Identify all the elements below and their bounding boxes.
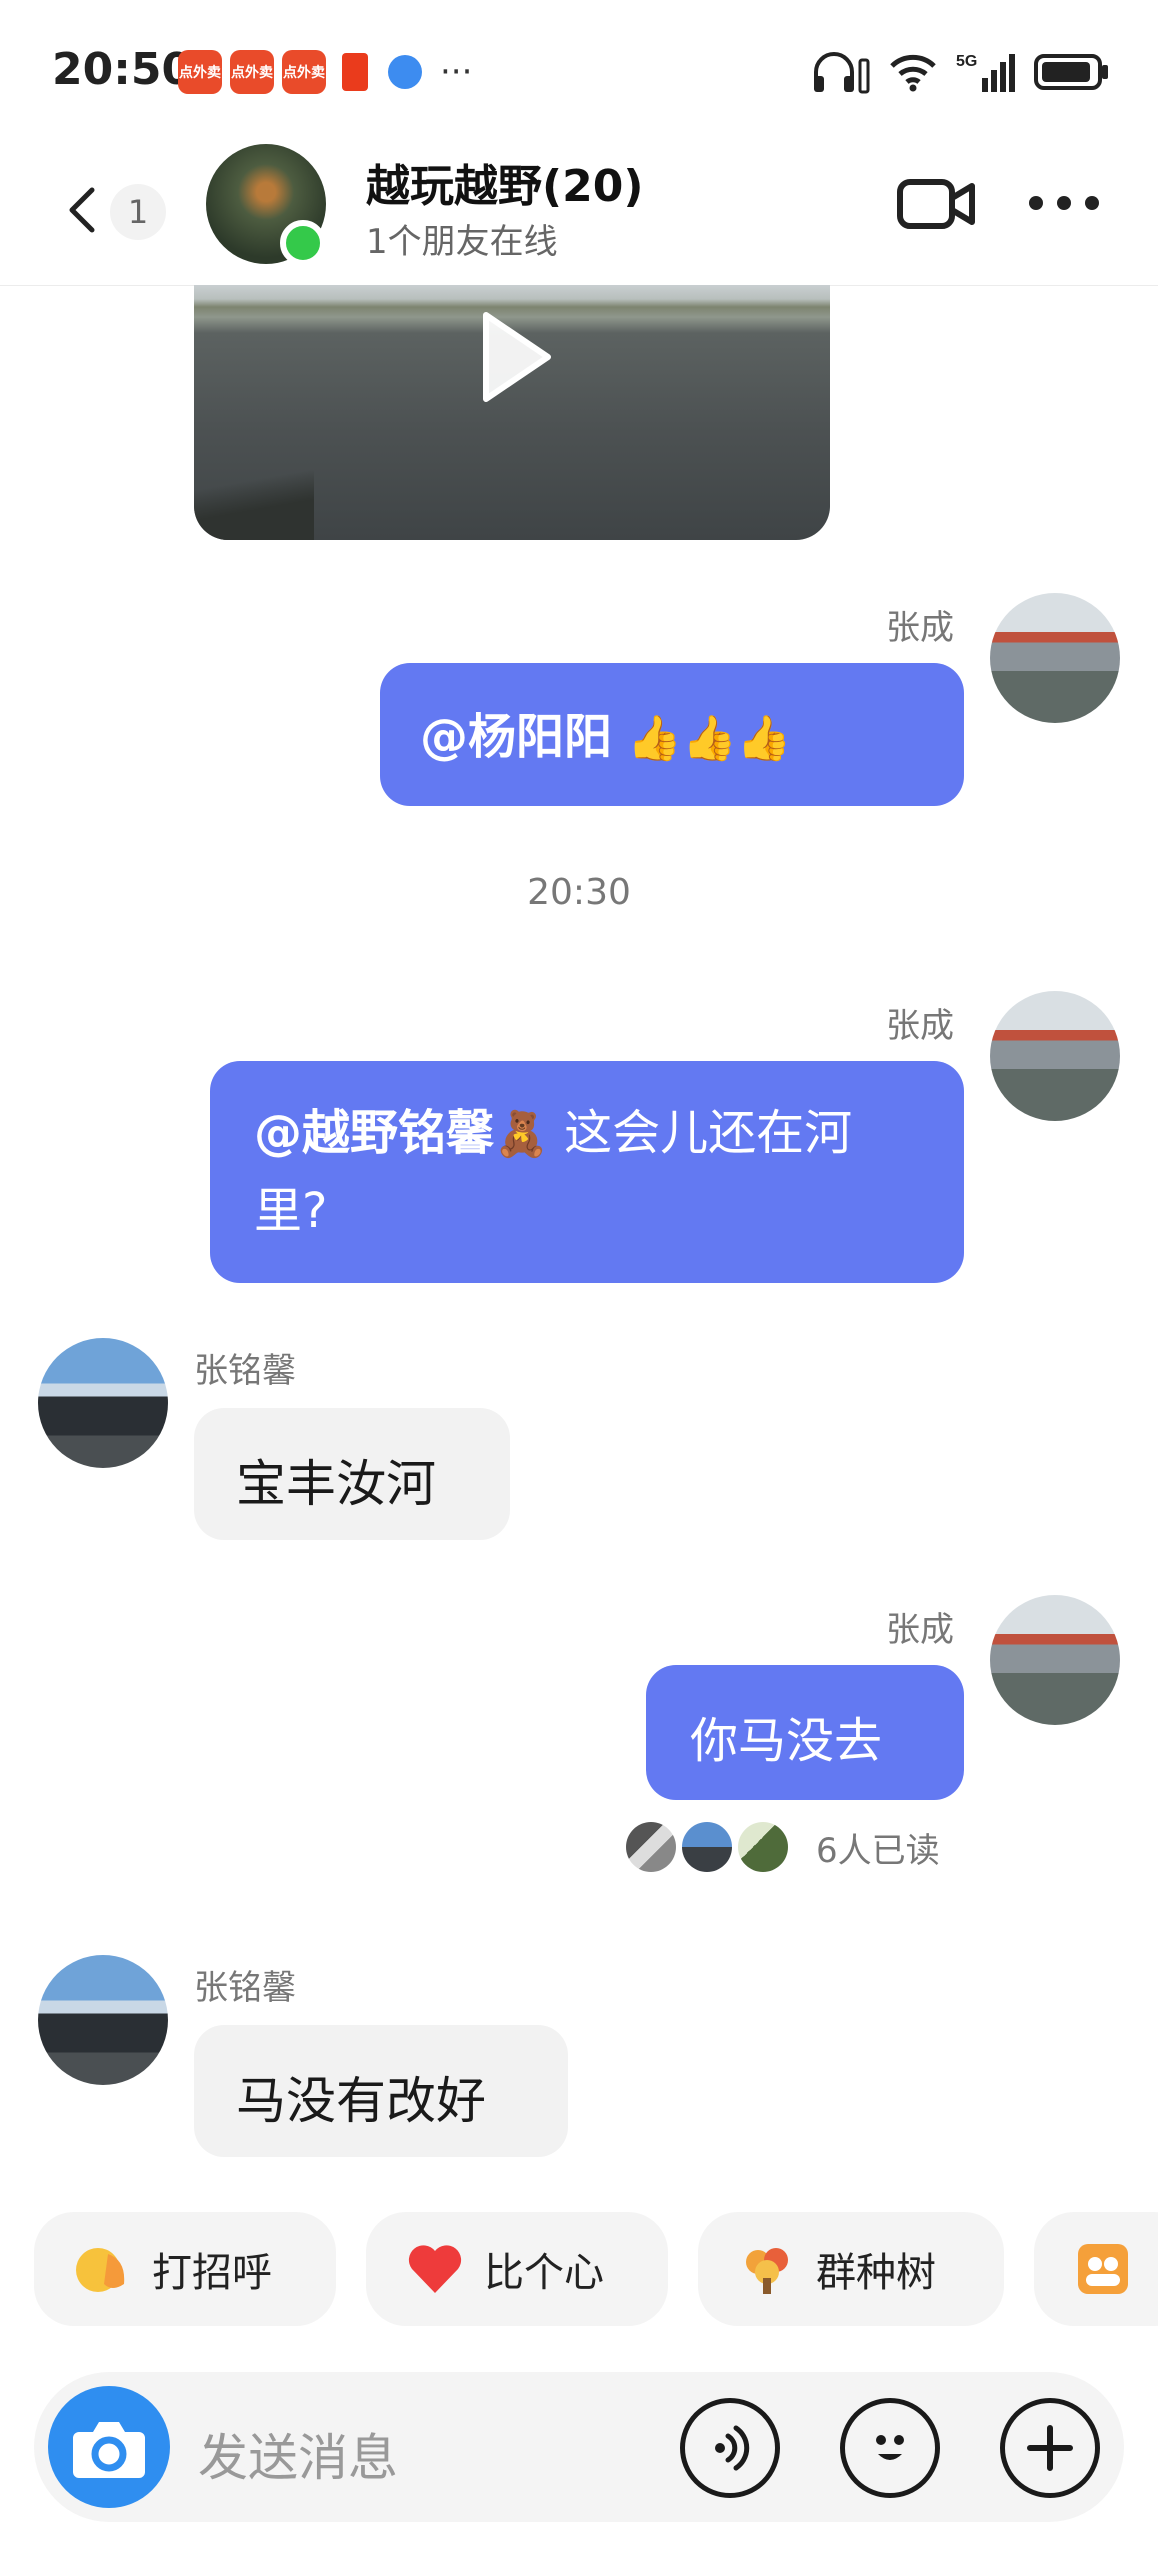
sender-name: 张成 xyxy=(886,608,954,648)
online-status: 1个朋友在线 xyxy=(366,222,558,262)
message-bubble[interactable]: @杨阳阳 👍👍👍 xyxy=(380,663,964,806)
plus-icon xyxy=(1027,2425,1073,2471)
food-app-icon: 点外卖 xyxy=(230,50,274,94)
chat-header: 1 越玩越野(20) 1个朋友在线 xyxy=(0,140,1158,286)
quick-action-more[interactable] xyxy=(1034,2212,1158,2326)
more-notifications-icon: ··· xyxy=(440,52,473,92)
teddy-bear-emoji: 🧸 xyxy=(494,1109,549,1160)
video-thumbnail-shore xyxy=(194,460,314,540)
browser-icon xyxy=(388,55,422,89)
video-camera-icon xyxy=(897,179,975,229)
svg-text:5G: 5G xyxy=(956,53,977,70)
mention-text[interactable]: @越野铭馨 xyxy=(254,1105,494,1161)
chevron-left-icon xyxy=(69,187,95,233)
message-input[interactable]: 发送消息 xyxy=(198,2418,398,2490)
sender-name: 张成 xyxy=(886,1610,954,1650)
thumbs-up-emoji: 👍👍👍 xyxy=(627,713,792,764)
time-separator: 20:30 xyxy=(527,872,631,913)
status-bar: 20:50 点外卖 点外卖 点外卖 ··· 5G xyxy=(0,0,1158,140)
quick-action-label: 比个心 xyxy=(484,2250,604,2296)
avatar[interactable] xyxy=(38,1338,168,1468)
plus-button[interactable] xyxy=(1000,2398,1100,2498)
message-bubble[interactable]: 你马没去 xyxy=(646,1665,964,1800)
sender-name: 张铭馨 xyxy=(194,1968,296,2008)
camera-icon xyxy=(73,2422,145,2478)
avatar[interactable] xyxy=(38,1955,168,2085)
message-text: 马没有改好 xyxy=(236,2072,486,2130)
status-time: 20:50 xyxy=(52,44,193,95)
reader-avatar xyxy=(738,1822,788,1872)
online-indicator xyxy=(280,220,326,266)
reader-avatar xyxy=(626,1822,676,1872)
unread-count-badge: 1 xyxy=(110,184,166,240)
red-envelope-icon xyxy=(342,53,368,91)
quick-action-greet[interactable]: 打招呼 xyxy=(34,2212,336,2326)
avatar[interactable] xyxy=(990,991,1120,1121)
reader-avatar xyxy=(682,1822,732,1872)
avatar[interactable] xyxy=(990,593,1120,723)
sender-name: 张铭馨 xyxy=(194,1351,296,1391)
sender-name: 张成 xyxy=(886,1006,954,1046)
food-app-icon: 点外卖 xyxy=(282,50,326,94)
message-text: 你马没去 xyxy=(690,1713,883,1769)
video-message[interactable] xyxy=(194,285,830,540)
message-input-bar: 发送消息 xyxy=(34,2372,1124,2522)
signal-icon: 5G xyxy=(956,50,1016,94)
tree-icon xyxy=(738,2240,796,2298)
wave-hand-icon xyxy=(74,2240,132,2298)
battery-icon xyxy=(1034,52,1110,92)
message-text: 宝丰汝河 xyxy=(236,1455,436,1513)
wifi-icon xyxy=(888,52,938,92)
more-dots-icon xyxy=(1029,196,1099,210)
food-app-icon: 点外卖 xyxy=(178,50,222,94)
avatar[interactable] xyxy=(990,1595,1120,1725)
notification-icons: 点外卖 点外卖 点外卖 ··· xyxy=(178,50,472,94)
emoji-button[interactable] xyxy=(840,2398,940,2498)
read-count: 6人已读 xyxy=(816,1830,940,1871)
voice-button[interactable] xyxy=(680,2398,780,2498)
group-title[interactable]: 越玩越野(20) xyxy=(366,150,643,214)
read-receipt[interactable]: 6人已读 xyxy=(626,1822,940,1872)
message-bubble[interactable]: 马没有改好 xyxy=(194,2025,568,2157)
heart-icon xyxy=(406,2240,464,2298)
play-icon[interactable] xyxy=(476,309,556,405)
headphones-icon xyxy=(810,50,870,94)
message-bubble[interactable]: @越野铭馨🧸 这会儿还在河里? xyxy=(210,1061,964,1283)
mention-text[interactable]: @杨阳阳 xyxy=(420,709,612,765)
quick-action-tree[interactable]: 群种树 xyxy=(698,2212,1004,2326)
status-right-icons: 5G xyxy=(810,50,1110,94)
back-button[interactable] xyxy=(58,180,108,240)
message-bubble[interactable]: 宝丰汝河 xyxy=(194,1408,510,1540)
quick-actions-bar: 打招呼 比个心 群种树 xyxy=(0,2212,1158,2330)
quick-action-heart[interactable]: 比个心 xyxy=(366,2212,668,2326)
voice-wave-icon xyxy=(715,2425,750,2471)
quick-action-label: 打招呼 xyxy=(152,2250,272,2296)
more-options-button[interactable] xyxy=(1024,188,1104,218)
video-call-button[interactable] xyxy=(896,174,976,234)
camera-button[interactable] xyxy=(48,2386,170,2508)
quick-action-label: 群种树 xyxy=(816,2250,936,2296)
smiley-icon xyxy=(876,2435,904,2460)
group-photo-icon xyxy=(1074,2240,1132,2298)
